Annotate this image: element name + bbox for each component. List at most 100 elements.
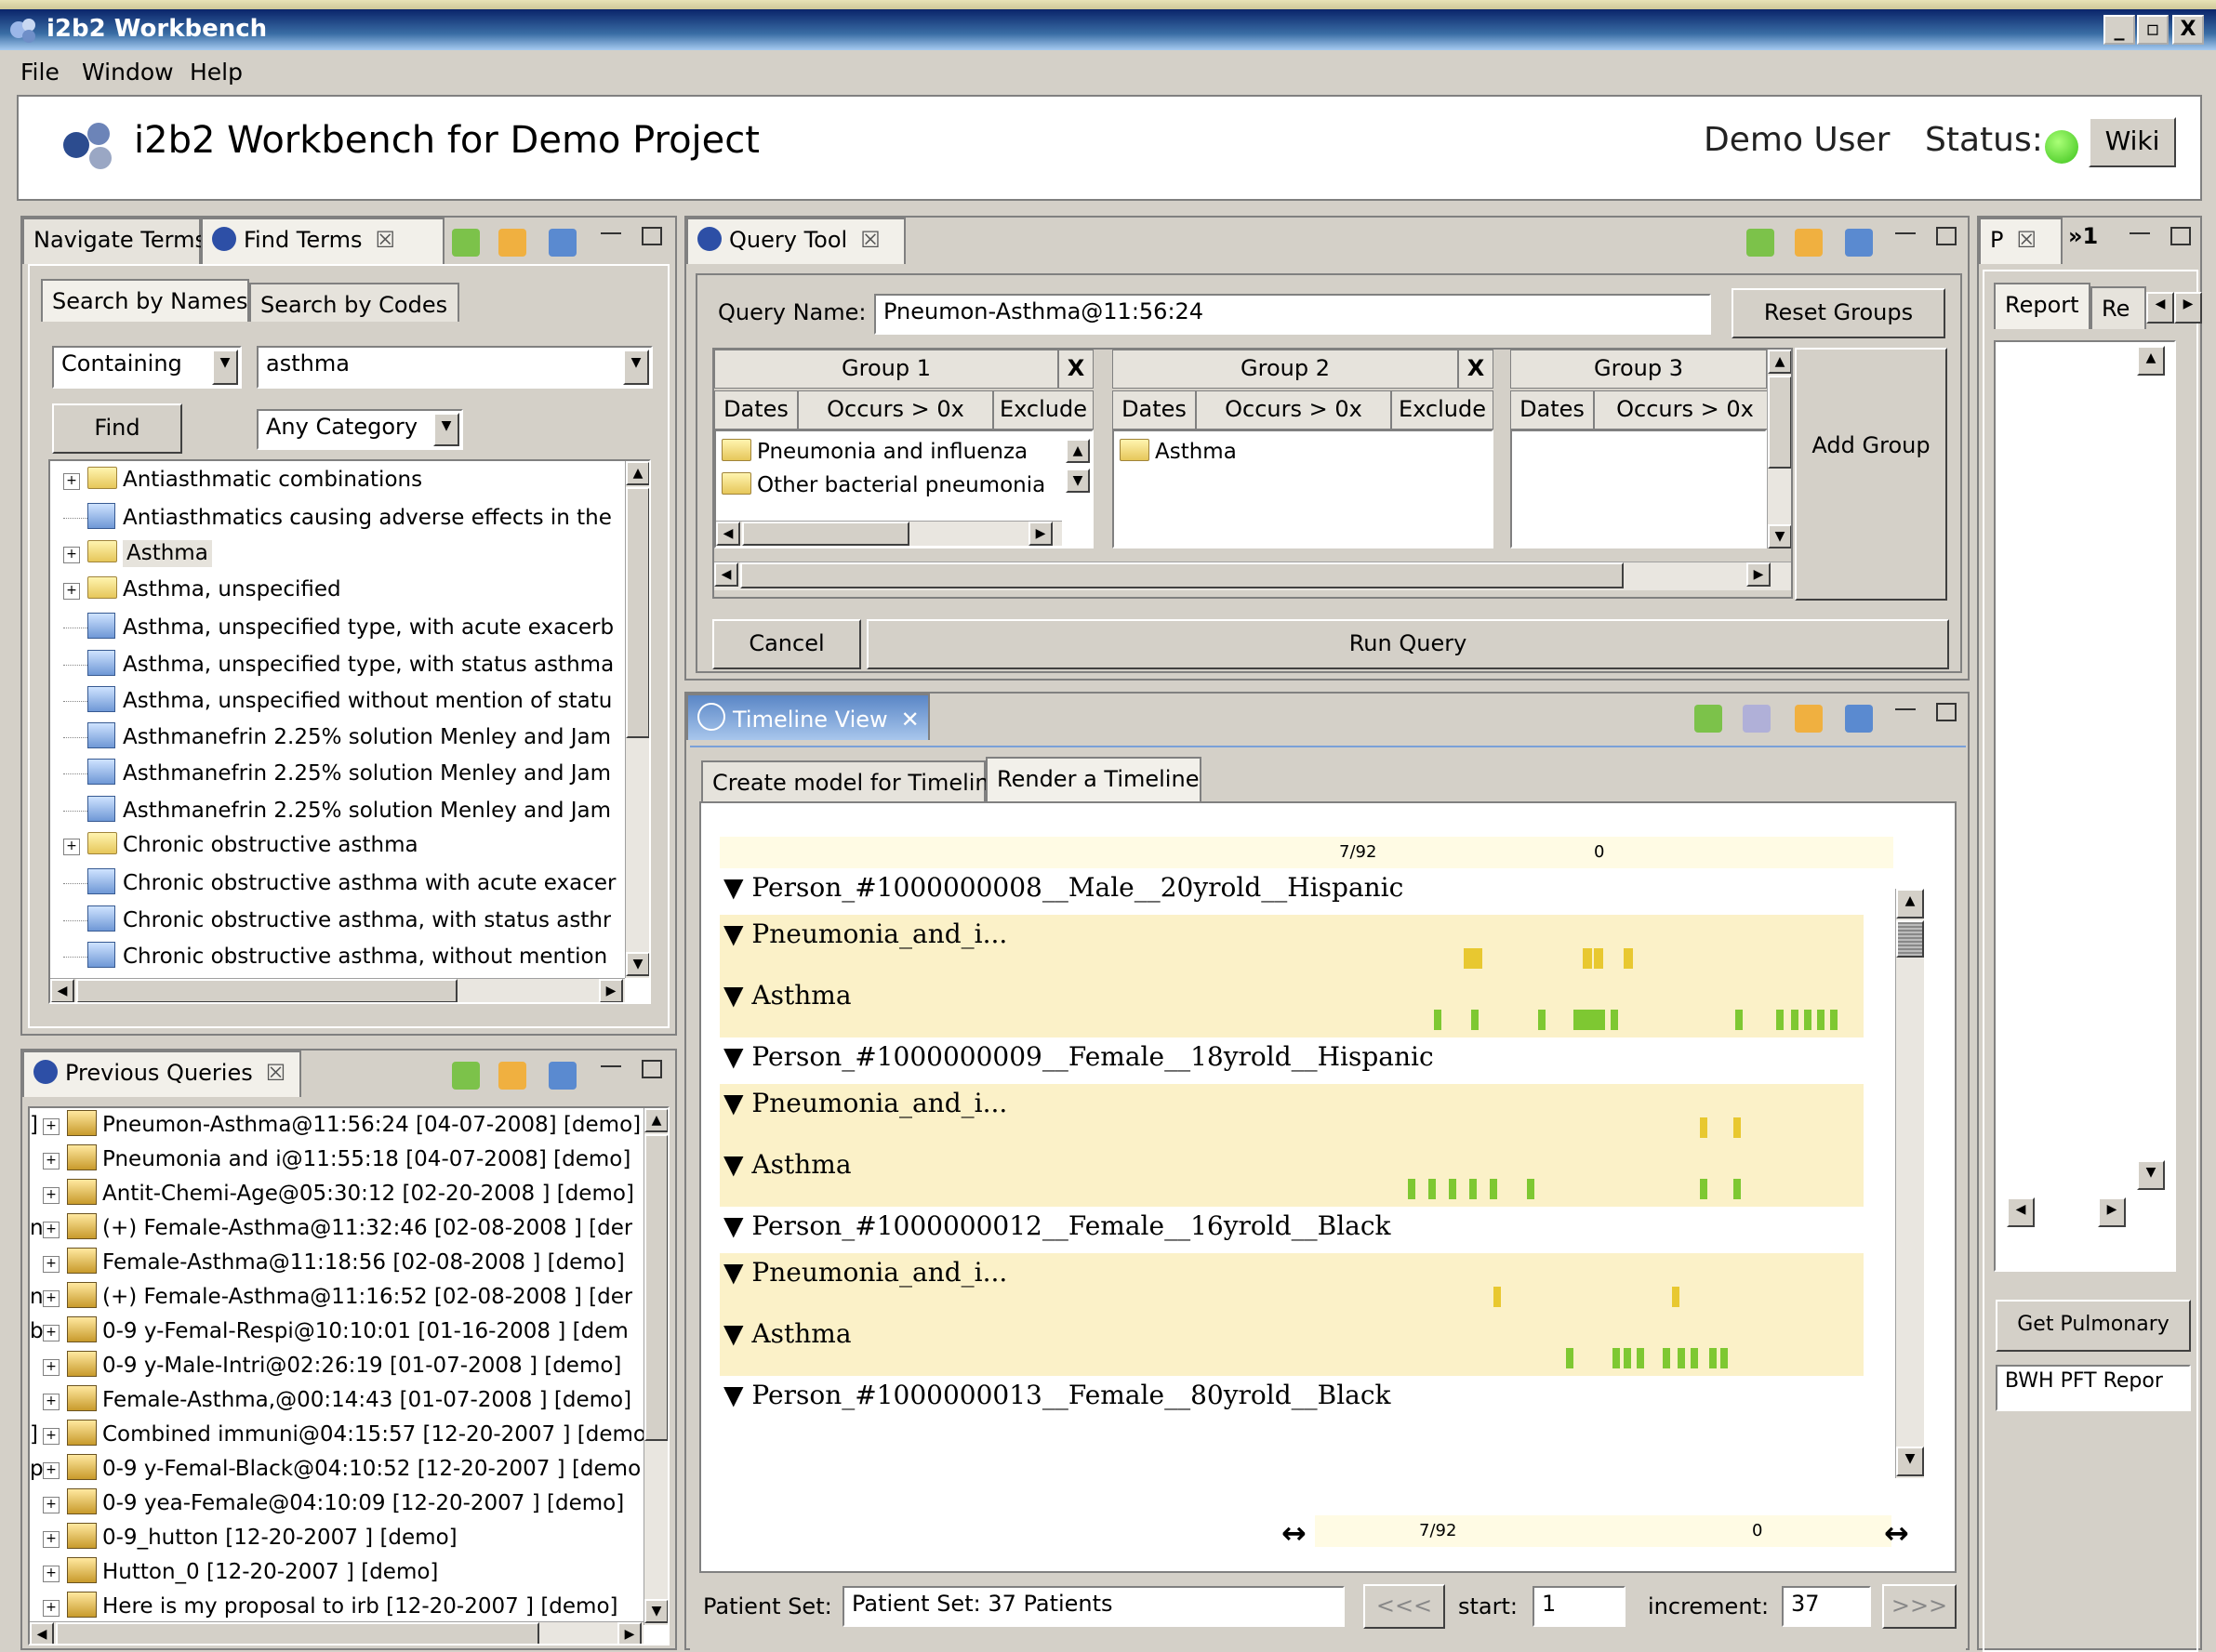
timeline-event-mark[interactable] <box>1733 1179 1741 1199</box>
tab-create-model[interactable]: Create model for Timeline <box>701 760 1002 801</box>
scroll-thumb[interactable] <box>644 1134 668 1441</box>
terms-tree-item[interactable]: + Asthma, unspecified <box>63 575 341 612</box>
maximize-button[interactable]: ▫ <box>2137 15 2169 45</box>
maximize-view-icon[interactable] <box>2170 227 2191 245</box>
group-1-hscroll[interactable]: ◀ ▶ <box>716 521 1062 546</box>
terms-tree-item[interactable]: Asthmanefrin 2.25% solution Menley and J… <box>63 795 611 831</box>
tab-scroll-left-icon[interactable]: ◀ <box>2146 292 2174 324</box>
menu-window[interactable]: Window <box>82 59 174 86</box>
reset-groups-button[interactable]: Reset Groups <box>1732 288 1945 338</box>
scroll-thumb[interactable] <box>1768 376 1791 469</box>
export-icon[interactable] <box>498 229 526 257</box>
wiki-button[interactable]: Wiki <box>2089 117 2176 167</box>
terms-tree-item[interactable]: Antiasthmatics causing adverse effects i… <box>63 503 612 538</box>
expand-icon[interactable]: + <box>43 1290 60 1307</box>
tab-report[interactable]: Report <box>1994 283 2090 329</box>
tab-p[interactable]: P ☒ <box>1979 218 2063 264</box>
match-mode-select[interactable]: Containing ▼ <box>52 346 242 389</box>
groups-hscroll[interactable]: ◀ ▶ <box>714 562 1791 590</box>
query-list-item[interactable]: n + (+) Female-Asthma@11:16:52 [02-08-2008… <box>30 1282 632 1317</box>
expand-icon[interactable]: + <box>43 1497 60 1513</box>
timeline-event-mark[interactable] <box>1471 1010 1479 1030</box>
timeline-event-mark[interactable] <box>1720 1348 1728 1368</box>
timeline-event-mark[interactable] <box>1776 1010 1784 1030</box>
expand-icon[interactable]: + <box>43 1428 60 1445</box>
query-list-item[interactable]: ] + Pneumon-Asthma@11:56:24 [04-07-2008] [… <box>30 1110 641 1145</box>
timeline-concept-row[interactable]: ▼ Pneumonia_and_i... <box>720 915 1864 976</box>
timeline-zoom-left-icon[interactable]: ↔ <box>1281 1515 1307 1551</box>
get-pulmonary-button[interactable]: Get Pulmonary <box>1996 1300 2191 1352</box>
query-name-field[interactable]: Pneumon-Asthma@11:56:24 <box>874 294 1711 335</box>
timeline-event-mark[interactable] <box>1473 948 1482 969</box>
minimize-button[interactable]: _ <box>2103 15 2135 45</box>
maximize-view-icon[interactable] <box>642 227 662 245</box>
query-list-item[interactable]: + Hutton_0 [12-20-2007 ] [demo] <box>30 1557 438 1593</box>
timeline-event-mark[interactable] <box>1428 1179 1436 1199</box>
timeline-person-row[interactable]: ▼ Person_#1000000009__Female__18yrold__H… <box>720 1037 1864 1084</box>
group-2-exclude-button[interactable]: Exclude <box>1391 390 1493 430</box>
timeline-event-mark[interactable] <box>1449 1179 1456 1199</box>
group-item[interactable]: Other bacterial pneumonia <box>722 472 1045 508</box>
tab-render-timeline[interactable]: Render a Timeline <box>986 757 1201 801</box>
close-tab-icon[interactable]: ✕ <box>901 707 920 733</box>
timeline-person-row[interactable]: ▼ Person_#1000000008__Male__20yrold__His… <box>720 868 1864 915</box>
scroll-down-icon[interactable]: ▼ <box>1768 524 1791 548</box>
import-icon[interactable] <box>549 1062 577 1090</box>
timeline-event-mark[interactable] <box>1573 1010 1605 1030</box>
timeline-concept-row[interactable]: ▼ Pneumonia_and_i... <box>720 1253 1864 1315</box>
timeline-concept-row[interactable]: ▼ Pneumonia_and_i... <box>720 1084 1864 1145</box>
terms-tree-item[interactable]: Asthma, unspecified without mention of s… <box>63 685 612 721</box>
scroll-up-icon[interactable]: ▲ <box>644 1108 668 1132</box>
timeline-event-mark[interactable] <box>1611 1010 1618 1030</box>
timeline-event-mark[interactable] <box>1538 1010 1546 1030</box>
minimize-view-icon[interactable] <box>2130 232 2150 236</box>
close-tab-icon[interactable]: ☒ <box>266 1060 286 1086</box>
scroll-down-icon[interactable]: ▼ <box>1896 1447 1924 1476</box>
query-list-item[interactable]: + Female-Asthma@11:18:56 [02-08-2008 ] [d… <box>30 1248 625 1283</box>
maximize-view-icon[interactable] <box>642 1060 662 1078</box>
expand-icon[interactable]: + <box>43 1222 60 1238</box>
import-icon[interactable] <box>549 229 577 257</box>
expand-icon[interactable]: + <box>43 1394 60 1410</box>
refresh-icon[interactable] <box>452 1062 480 1090</box>
more-tabs-indicator[interactable]: »1 <box>2068 223 2098 249</box>
hscroll-thumb[interactable] <box>740 562 1624 588</box>
increment-field[interactable]: 37 <box>1782 1586 1871 1627</box>
group-item[interactable]: Asthma <box>1120 439 1237 474</box>
timeline-event-mark[interactable] <box>1594 948 1603 969</box>
menu-help[interactable]: Help <box>190 59 243 86</box>
timeline-event-mark[interactable] <box>1624 1348 1631 1368</box>
scroll-right-icon[interactable]: ▶ <box>1028 522 1053 546</box>
scroll-up-icon[interactable]: ▲ <box>1066 439 1090 463</box>
expand-icon[interactable]: + <box>63 582 80 600</box>
window-titlebar[interactable]: i2b2 Workbench _ ▫ X <box>0 9 2216 50</box>
expand-icon[interactable]: + <box>43 1531 60 1548</box>
refresh-icon[interactable] <box>452 229 480 257</box>
terms-tree-item[interactable]: + Antiasthmatic combinations <box>63 467 422 502</box>
next-page-button[interactable]: >>> <box>1882 1584 1957 1629</box>
menu-file[interactable]: File <box>20 59 60 86</box>
query-list-item[interactable]: +0-9_hutton [12-20-2007 ] [demo] <box>30 1523 458 1558</box>
groups-vscroll[interactable]: ▲ ▼ <box>1767 350 1791 548</box>
scroll-left-icon[interactable]: ◀ <box>714 562 738 587</box>
tab-scroll-right-icon[interactable]: ▶ <box>2174 292 2202 324</box>
timeline-event-mark[interactable] <box>1700 1179 1707 1199</box>
tab-search-by-codes[interactable]: Search by Codes <box>249 283 459 322</box>
timeline-event-mark[interactable] <box>1817 1010 1825 1030</box>
patient-set-field[interactable]: Patient Set: 37 Patients <box>843 1586 1345 1627</box>
minimize-view-icon[interactable] <box>1895 232 1916 236</box>
expand-icon[interactable]: + <box>63 839 80 855</box>
terms-tree-item[interactable]: Chronic obstructive asthma, without ment… <box>63 941 607 977</box>
query-list-item[interactable]: p +0-9 y-Femal-Black@04:10:52 [12-20-2007… <box>30 1454 641 1489</box>
queries-vscroll[interactable]: ▲ ▼ <box>644 1108 668 1625</box>
scroll-thumb[interactable] <box>1896 920 1924 958</box>
query-list-item[interactable]: ] + Combined immuni@04:15:57 [12-20-2007 ]… <box>30 1420 646 1455</box>
minimize-view-icon[interactable] <box>1895 708 1916 712</box>
expand-icon[interactable]: + <box>43 1118 60 1135</box>
timeline-event-mark[interactable] <box>1700 1117 1707 1138</box>
tab-search-by-names[interactable]: Search by Names <box>41 279 249 322</box>
scroll-up-icon[interactable]: ▲ <box>626 461 649 485</box>
group-item[interactable]: Pneumonia and influenza <box>722 439 1028 474</box>
terms-hscroll[interactable]: ◀ ▶ <box>50 978 625 1002</box>
timeline-event-mark[interactable] <box>1691 1348 1698 1368</box>
